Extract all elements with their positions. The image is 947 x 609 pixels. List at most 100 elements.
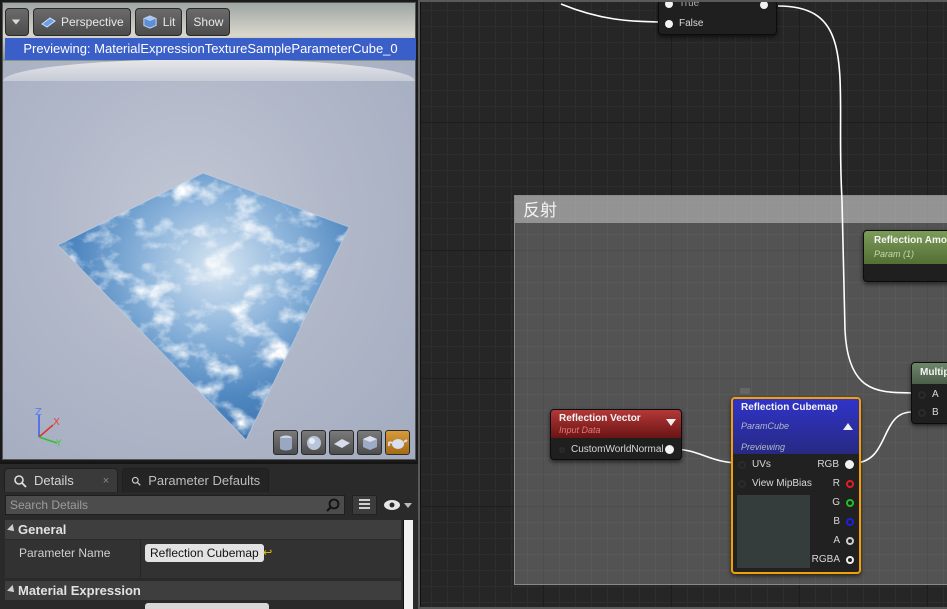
- collapse-arrow-icon[interactable]: [843, 422, 853, 430]
- pin-icon: [665, 0, 673, 8]
- cubemap-preview-thumbnail: [737, 495, 810, 568]
- preview-mesh-toolbar: [273, 430, 410, 455]
- node-header: Reflection Vector Input Data: [551, 410, 681, 438]
- perspective-label: Perspective: [61, 15, 124, 29]
- pin-rgba[interactable]: RGBA: [812, 554, 854, 565]
- pin-a-label: A: [833, 535, 840, 546]
- pin-a[interactable]: A: [918, 389, 939, 400]
- node-subtitle: Param (1): [874, 249, 915, 259]
- show-button[interactable]: Show: [186, 8, 231, 36]
- previewing-banner: Previewing: MaterialExpressionTextureSam…: [5, 38, 416, 60]
- pin-icon: [665, 19, 673, 28]
- pin-view-mipbias-label: View MipBias: [752, 478, 812, 489]
- collapse-arrow-icon[interactable]: [666, 419, 676, 427]
- pin-a[interactable]: A: [833, 535, 854, 546]
- pin-icon: [738, 479, 746, 488]
- node-header: Reflection Amount Param (1): [864, 231, 947, 264]
- node-subtitle: ParamCube: [741, 421, 790, 431]
- comment-title[interactable]: 反射: [515, 196, 947, 223]
- plane-icon: [333, 438, 350, 448]
- tab-parameter-defaults[interactable]: Parameter Defaults: [122, 468, 270, 492]
- node-reflection-vector[interactable]: Reflection Vector Input Data CustomWorld…: [550, 409, 682, 460]
- material-expression-field[interactable]: [145, 603, 269, 609]
- node-multiply[interactable]: Multiply A B: [911, 362, 947, 424]
- pin-icon: [559, 446, 565, 453]
- pin-r-label: R: [832, 478, 840, 489]
- pin-icon: [846, 479, 854, 488]
- pin-false[interactable]: False: [665, 18, 703, 29]
- property-matrix-button[interactable]: [352, 495, 377, 515]
- pin-icon: [918, 390, 926, 399]
- tab-details[interactable]: Details ×: [4, 468, 119, 492]
- output-pin[interactable]: [665, 445, 674, 454]
- viewport-frame[interactable]: Z X Y: [2, 2, 416, 460]
- pin-r[interactable]: R: [833, 478, 854, 489]
- node-header: Multiply: [912, 363, 947, 384]
- node-title: Reflection Cubemap: [741, 402, 838, 413]
- close-icon[interactable]: ×: [103, 475, 109, 487]
- output-pin[interactable]: [760, 1, 768, 9]
- node-header: Reflection Cubemap ParamCube Previewing: [733, 399, 859, 454]
- pin-g-label: G: [832, 497, 840, 508]
- axis-x-label: X: [53, 417, 60, 428]
- pin-b[interactable]: B: [833, 516, 854, 527]
- node-title: Reflection Amount: [874, 235, 947, 246]
- pin-view-mipbias[interactable]: View MipBias: [738, 478, 812, 489]
- pin-uvs[interactable]: UVs: [738, 459, 771, 470]
- pin-b[interactable]: B: [918, 407, 939, 418]
- pin-output-label: CustomWorldNormal: [571, 444, 664, 455]
- node-reflection-amount[interactable]: Reflection Amount Param (1): [863, 230, 947, 282]
- sphere-preview-button[interactable]: [301, 430, 326, 455]
- search-details-input[interactable]: Search Details: [5, 495, 345, 515]
- property-row-parameter-name: Parameter Name Reflection Cubemap ↩: [5, 540, 401, 578]
- view-options-button[interactable]: [381, 495, 415, 515]
- sphere-icon: [306, 435, 321, 450]
- lit-button[interactable]: Lit: [134, 8, 183, 36]
- teapot-preview-button[interactable]: [385, 430, 410, 455]
- parameter-name-label: Parameter Name: [19, 546, 111, 560]
- pin-true-label: True: [679, 0, 700, 9]
- axis-gizmo: Z X Y: [35, 407, 62, 447]
- node-switch[interactable]: True False: [658, 0, 777, 35]
- tab-parameter-defaults-label: Parameter Defaults: [148, 473, 261, 488]
- magnifier-icon: [14, 474, 27, 488]
- node-title: Multiply: [920, 367, 947, 378]
- node-title: Reflection Vector: [559, 413, 641, 424]
- perspective-button[interactable]: Perspective: [33, 8, 131, 36]
- axis-z-label: Z: [35, 407, 42, 418]
- pin-true[interactable]: True: [665, 0, 699, 9]
- material-preview-viewport[interactable]: Z X Y Perspective Lit Show Previewing: M…: [0, 0, 418, 462]
- tab-details-label: Details: [34, 473, 74, 488]
- plane-preview-button[interactable]: [329, 430, 354, 455]
- cylinder-icon: [279, 435, 292, 450]
- search-icon: [326, 498, 340, 512]
- node-comment-bubble-icon[interactable]: [740, 388, 750, 394]
- details-scrollbar[interactable]: [403, 520, 413, 609]
- viewport-menu-button[interactable]: [5, 8, 29, 36]
- perspective-icon: [41, 17, 56, 28]
- pin-b-label: B: [932, 407, 939, 418]
- search-placeholder: Search Details: [10, 498, 89, 512]
- column-divider[interactable]: [140, 540, 141, 578]
- pin-icon: [846, 498, 854, 507]
- pin-false-label: False: [679, 18, 704, 29]
- pin-icon: [738, 460, 746, 469]
- pin-b-label: B: [833, 516, 840, 527]
- lit-label: Lit: [162, 15, 176, 29]
- cube-preview-button[interactable]: [357, 430, 382, 455]
- reset-to-default-icon[interactable]: ↩: [263, 546, 272, 559]
- cylinder-preview-button[interactable]: [273, 430, 298, 455]
- eye-icon: [384, 500, 412, 510]
- pin-g[interactable]: G: [832, 497, 854, 508]
- cube-icon: [362, 435, 377, 450]
- pin-customworldnormal[interactable]: CustomWorldNormal: [559, 444, 664, 455]
- parameter-name-field[interactable]: Reflection Cubemap: [145, 544, 264, 562]
- details-panel: Details × Parameter Defaults Search Deta…: [0, 462, 418, 609]
- node-status: Previewing: [741, 442, 786, 452]
- section-general[interactable]: General: [5, 520, 401, 539]
- pin-rgb[interactable]: RGB: [817, 459, 854, 470]
- lit-cube-icon: [143, 15, 157, 29]
- pin-a-label: A: [932, 389, 939, 400]
- node-reflection-cubemap[interactable]: Reflection Cubemap ParamCube Previewing …: [731, 397, 861, 574]
- section-material-expression[interactable]: Material Expression: [5, 581, 401, 600]
